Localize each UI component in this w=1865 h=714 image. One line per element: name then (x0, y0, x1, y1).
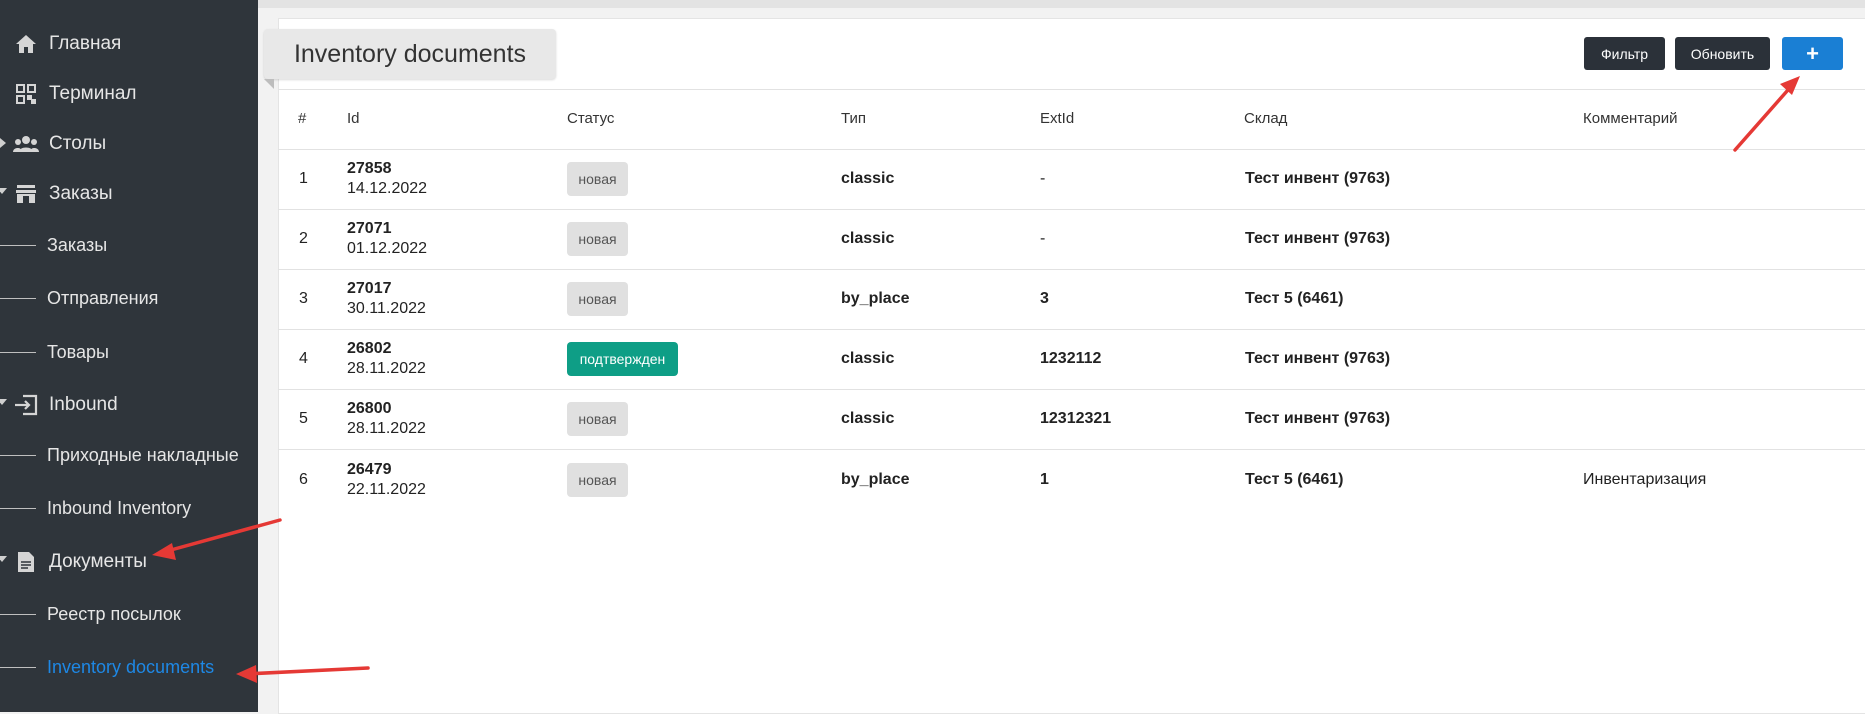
annotation-arrow-documents (158, 518, 282, 555)
arrowhead-documents (152, 543, 176, 560)
annotation-arrows (152, 76, 1800, 683)
annotation-arrow-inventory-documents (243, 666, 370, 676)
annotation-arrow-add (1733, 80, 1797, 152)
arrowhead-add (1780, 76, 1800, 95)
arrowhead-inventory-documents (236, 665, 257, 683)
